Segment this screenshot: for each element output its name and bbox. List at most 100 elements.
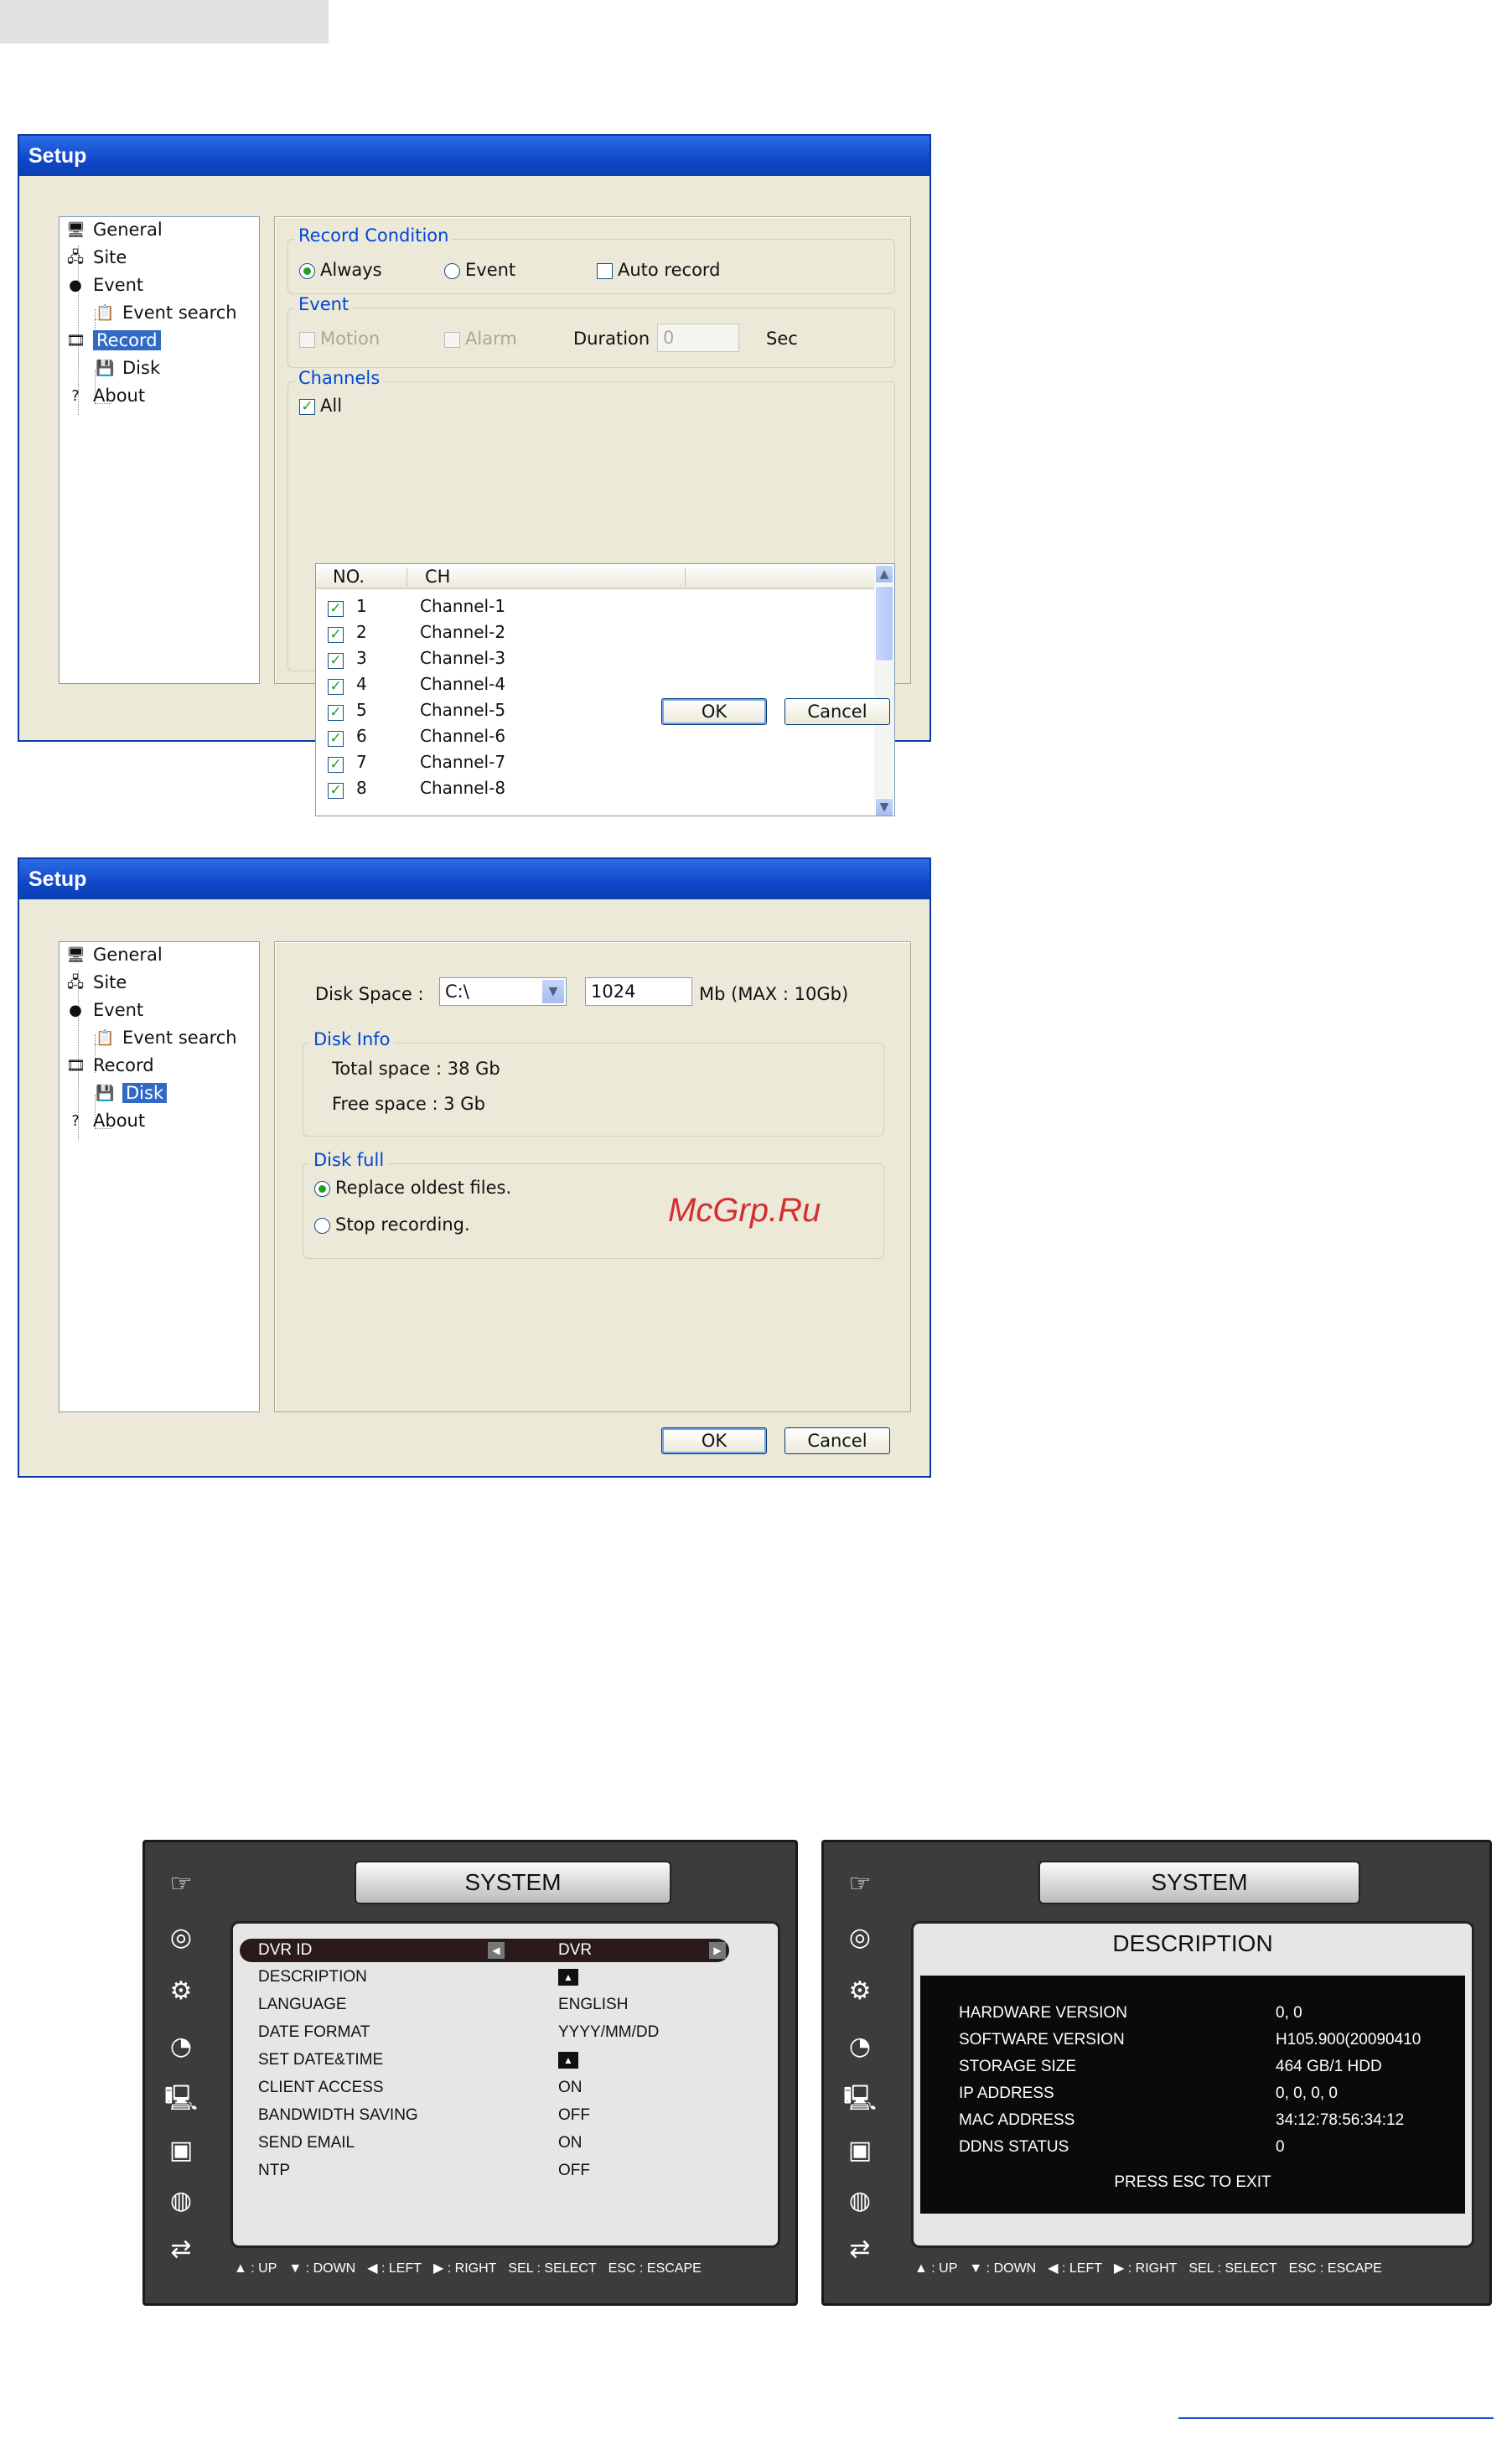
disk-size-input[interactable]: 1024	[585, 977, 692, 1006]
alarm-checkbox[interactable]: Alarm	[444, 329, 517, 349]
tree-item-about[interactable]: ? About	[66, 383, 145, 408]
radio-event[interactable]: Event	[444, 260, 515, 280]
radio-replace-oldest[interactable]: Replace oldest files.	[314, 1178, 511, 1198]
all-channels-checkbox[interactable]: ✓ All	[299, 396, 342, 416]
disk-info-group: Disk Info Total space : 38 Gb Free space…	[303, 1029, 884, 1137]
setup-tree: 🖥 General 🖧 Site ● Event 📋 Event search 🎞 Rec…	[59, 941, 260, 1412]
scroll-thumb[interactable]	[875, 586, 893, 661]
setup-dialog-record: Setup 🖥 General 🖧 Site ● Event 📋 Event searc…	[18, 134, 931, 816]
setting-row[interactable]: LANGUAGE ENGLISH	[258, 1993, 728, 2017]
schedule-icon[interactable]: ◔	[160, 2028, 202, 2065]
setting-row[interactable]: SEND EMAIL ON	[258, 2131, 728, 2155]
tree-item-general[interactable]: 🖥 General	[66, 217, 163, 242]
event-search-icon: 📋	[96, 1029, 115, 1047]
info-row: STORAGE SIZE 464 GB/1 HDD	[959, 2058, 1382, 2075]
info-row: HARDWARE VERSION 0, 0	[959, 2004, 1302, 2022]
computer-icon[interactable]: 🖳	[839, 2080, 881, 2117]
scroll-up-icon[interactable]: ▲	[875, 565, 893, 583]
list-item[interactable]: ✓ 7 Channel-7	[316, 750, 876, 776]
motion-checkbox[interactable]: Motion	[299, 329, 380, 349]
osd-title: SYSTEM	[1038, 1861, 1360, 1904]
osd-title: SYSTEM	[355, 1861, 671, 1904]
disk-max-label: Mb (MAX : 10Gb)	[699, 984, 849, 1004]
setting-row[interactable]: CLIENT ACCESS ON	[258, 2076, 728, 2100]
tree-item-general[interactable]: 🖥 General	[66, 942, 163, 967]
gear-icon[interactable]: ⚙	[839, 1973, 881, 2010]
backup-icon[interactable]: ⇄	[160, 2231, 202, 2268]
col-ch: CH	[425, 567, 451, 587]
tree-item-record[interactable]: 🎞 Record	[66, 328, 162, 353]
tree-item-event-search[interactable]: 📋 Event search	[96, 300, 237, 325]
dialog-title: Setup	[19, 136, 929, 176]
tree-item-disk[interactable]: 💾 Disk	[96, 355, 160, 381]
radio-always[interactable]: Always	[299, 260, 382, 280]
tree-item-disk[interactable]: 💾 Disk	[96, 1080, 168, 1106]
disk-space-label: Disk Space :	[315, 984, 424, 1004]
setting-row[interactable]: BANDWIDTH SAVING OFF	[258, 2104, 728, 2127]
osd-footer-help: ▲ : UP ▼ : DOWN ◀ : LEFT ▶ : RIGHT SEL : SEL…	[914, 2261, 1382, 2276]
setting-row[interactable]: DESCRIPTION ▲	[258, 1966, 728, 1989]
exit-hint: PRESS ESC TO EXIT	[1114, 2173, 1271, 2191]
total-space: Total space : 38 Gb	[332, 1059, 500, 1079]
record-icon: 🎞	[66, 1057, 85, 1075]
description-title: DESCRIPTION	[1112, 1930, 1273, 1956]
tree-item-event[interactable]: ● Event	[66, 272, 143, 298]
tree-item-event[interactable]: ● Event	[66, 997, 143, 1023]
tree-item-about[interactable]: ? About	[66, 1108, 145, 1133]
camera-setup-icon[interactable]: ☞	[160, 1866, 202, 1903]
tree-item-site[interactable]: 🖧 Site	[66, 245, 127, 270]
network-globe-icon[interactable]: ◍	[839, 2183, 881, 2219]
setting-row[interactable]: DATE FORMAT YYYY/MM/DD	[258, 2021, 728, 2044]
setup-dialog-disk: Setup 🖥 General 🖧 Site ● Event 📋 Event searc…	[18, 857, 931, 1478]
list-item[interactable]: ✓ 1 Channel-1	[316, 594, 876, 620]
camera-setup-icon[interactable]: ☞	[839, 1866, 881, 1903]
bomb-icon: ●	[69, 277, 82, 294]
list-item[interactable]: ✓ 2 Channel-2	[316, 620, 876, 646]
event-group: Event Motion Alarm Duration : 0 Sec	[287, 294, 895, 368]
general-icon: 🖥	[66, 946, 85, 964]
setting-row[interactable]: NTP OFF	[258, 2159, 728, 2183]
setting-row-dvr-id[interactable]: DVR ID ◀ DVR ▶	[258, 1939, 728, 1962]
bomb-icon: ●	[69, 1002, 82, 1019]
ok-button[interactable]: OK	[661, 1427, 767, 1454]
list-item[interactable]: ✓ 6 Channel-6	[316, 724, 876, 750]
disk-icon: 💾	[96, 360, 115, 377]
gear-icon[interactable]: ⚙	[160, 1973, 202, 2010]
display-icon[interactable]: ▣	[839, 2132, 881, 2169]
chevron-down-icon[interactable]: ▼	[542, 980, 564, 1003]
channel-list-header: NO. CH	[316, 564, 876, 589]
record-icon: 🎞	[66, 332, 85, 350]
col-no: NO.	[333, 567, 365, 587]
dvr-system-menu: ☞ ◎ ⚙ ◔ 🖳 ▣ ◍ ⇄ SYSTEM DVR ID ◀ DVR ▶ DESCR…	[142, 1840, 798, 2306]
scroll-down-icon[interactable]: ▼	[875, 798, 893, 816]
tree-item-record[interactable]: 🎞 Record	[66, 1053, 154, 1078]
duration-input[interactable]: 0	[657, 324, 739, 352]
arrow-right-icon[interactable]: ▶	[709, 1942, 726, 1959]
arrow-left-icon[interactable]: ◀	[488, 1942, 505, 1959]
computer-icon[interactable]: 🖳	[160, 2080, 202, 2117]
record-icon[interactable]: ◎	[839, 1919, 881, 1956]
list-item[interactable]: ✓ 8 Channel-8	[316, 776, 876, 802]
setup-tree: 🖥 General 🖧 Site ● Event 📋 Event search 🎞 Rec…	[59, 216, 260, 684]
record-icon[interactable]: ◎	[160, 1919, 202, 1956]
info-row: DDNS STATUS 0	[959, 2138, 1285, 2156]
setting-row[interactable]: SET DATE&TIME ▲	[258, 2048, 728, 2072]
cancel-button[interactable]: Cancel	[784, 1427, 890, 1454]
drive-select[interactable]: C:\ ▼	[439, 977, 567, 1006]
network-globe-icon[interactable]: ◍	[160, 2183, 202, 2219]
site-icon: 🖧	[66, 249, 85, 267]
list-item[interactable]: ✓ 4 Channel-4	[316, 672, 876, 698]
ok-button[interactable]: OK	[661, 698, 767, 725]
schedule-icon[interactable]: ◔	[839, 2028, 881, 2065]
tree-item-event-search[interactable]: 📋 Event search	[96, 1025, 237, 1050]
backup-icon[interactable]: ⇄	[839, 2231, 881, 2268]
channel-list-scrollbar[interactable]: ▲ ▼	[874, 564, 894, 816]
auto-record-checkbox[interactable]: Auto record	[597, 260, 721, 280]
cancel-button[interactable]: Cancel	[784, 698, 890, 725]
channel-list[interactable]: NO. CH ✓ 1 Channel-1 ✓ 2 Channel-2 ✓ 3 Channel…	[315, 563, 895, 816]
radio-stop-recording[interactable]: Stop recording.	[314, 1215, 470, 1235]
list-item[interactable]: ✓ 3 Channel-3	[316, 646, 876, 672]
display-icon[interactable]: ▣	[160, 2132, 202, 2169]
tree-item-site[interactable]: 🖧 Site	[66, 970, 127, 995]
event-search-icon: 📋	[96, 304, 115, 322]
